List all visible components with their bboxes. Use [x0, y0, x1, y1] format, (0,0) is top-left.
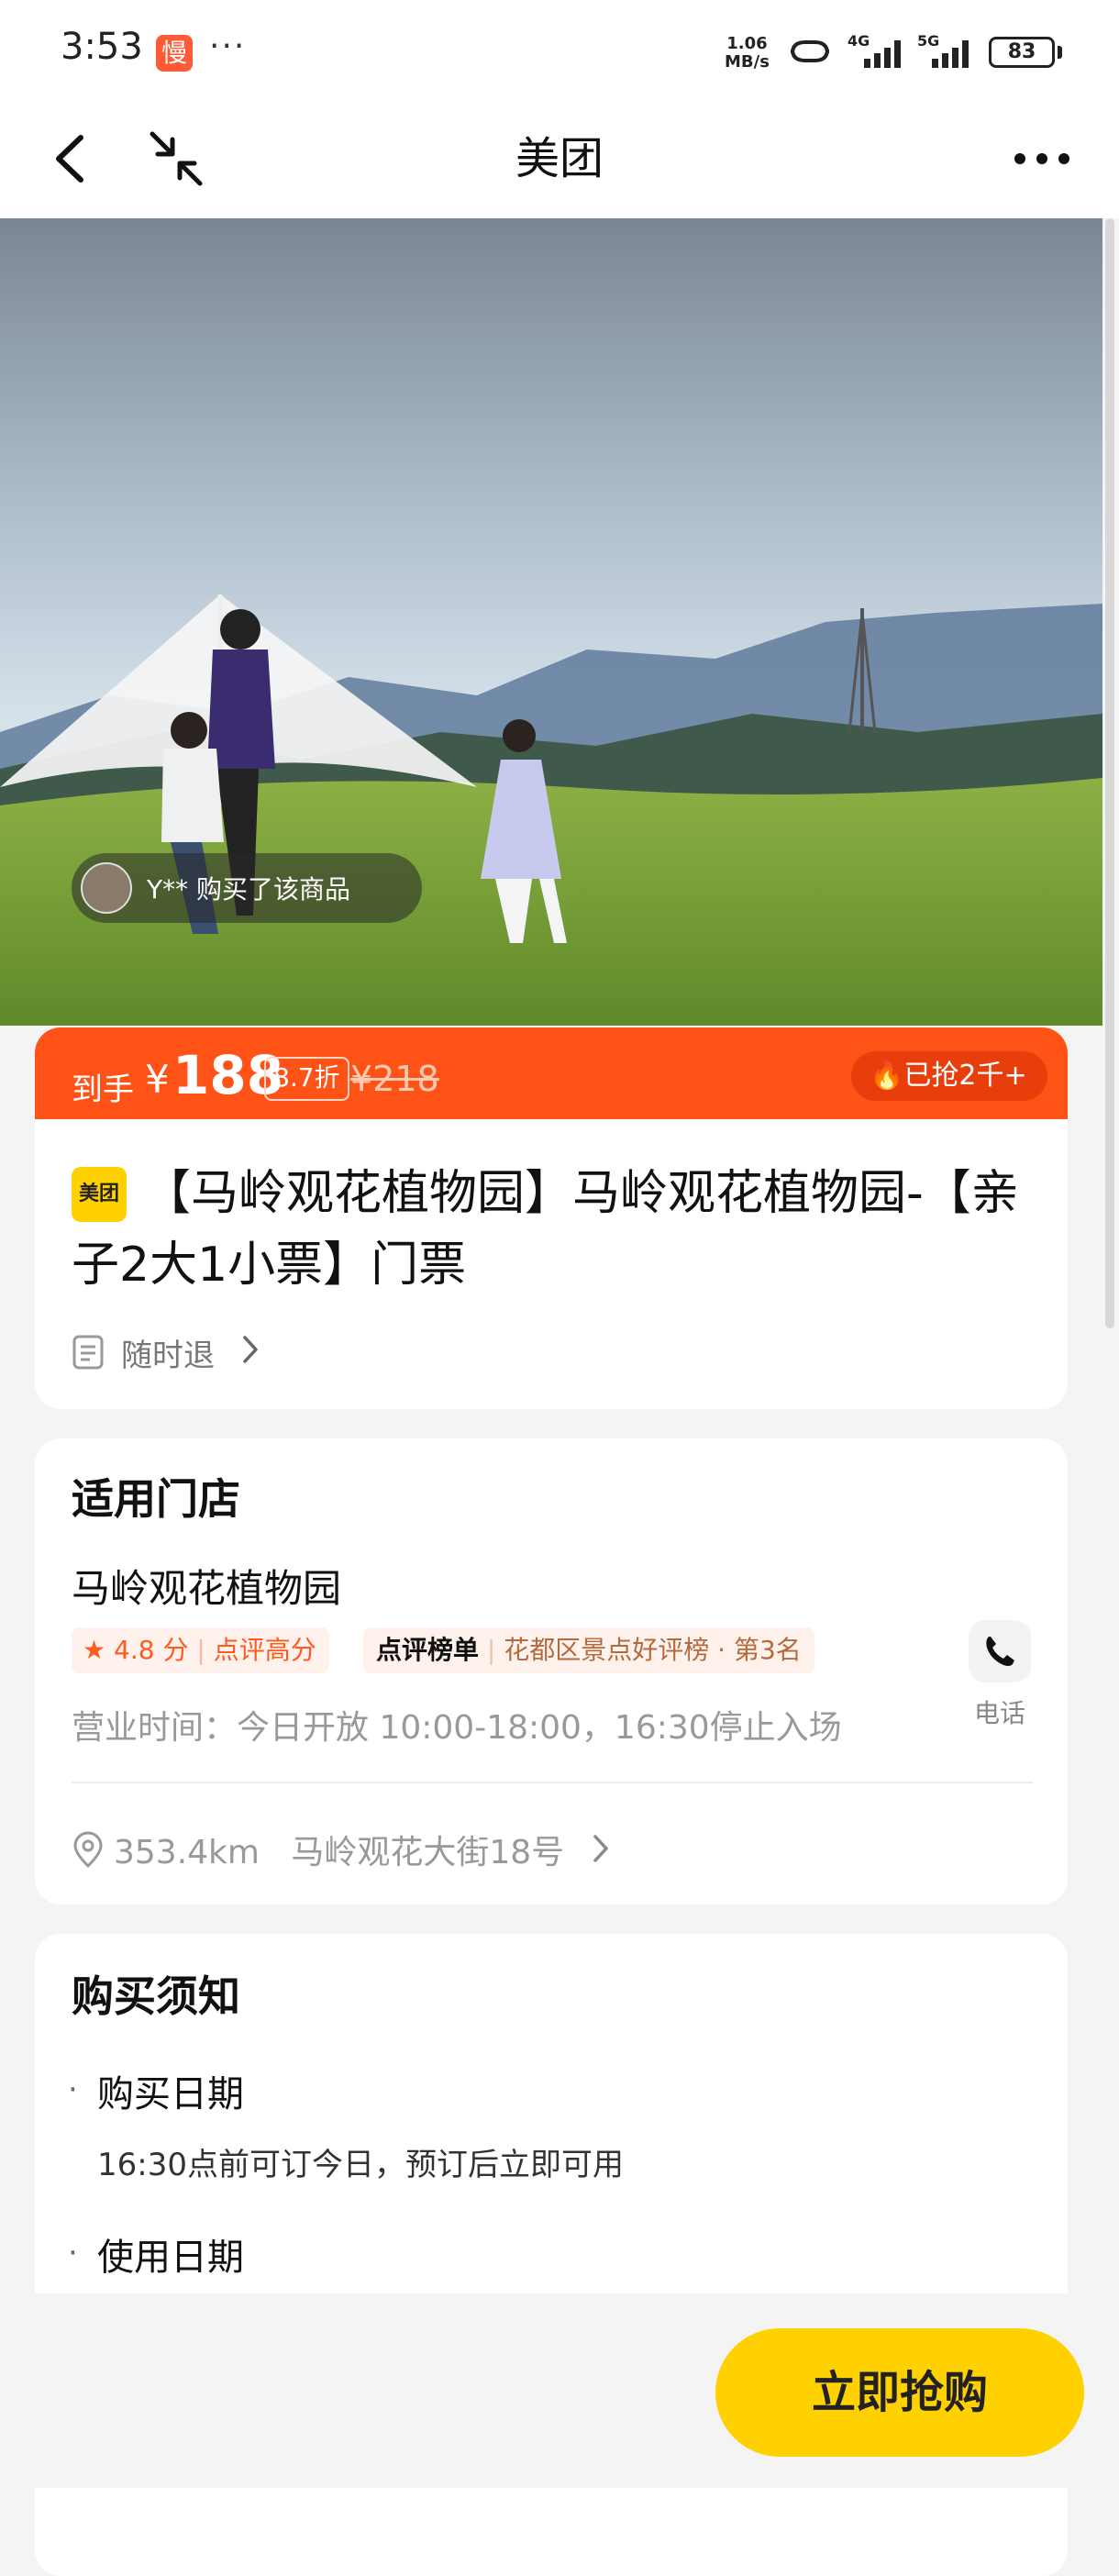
rating-divider: |	[196, 1635, 205, 1665]
chevron-right-icon	[243, 1336, 258, 1363]
rating-score: 4.8 分	[114, 1635, 189, 1665]
ranking-divider: |	[486, 1635, 496, 1665]
store-section-title: 适用门店	[72, 1474, 240, 1524]
battery-icon: 83	[989, 37, 1055, 68]
bullet: ·	[68, 2235, 78, 2271]
address: 马岭观花大街18号	[291, 1834, 565, 1871]
phone-label[interactable]: 电话	[963, 1693, 1036, 1730]
refund-policy-link[interactable]: 随时退	[121, 1330, 215, 1375]
ranking-brand: 点评榜单	[376, 1635, 480, 1665]
notice-item-detail: 16:30点前可订今日，预订后立即可用	[97, 2147, 624, 2183]
chevron-right-icon	[593, 1835, 608, 1862]
rating-badge: ★ 4.8 分 | 点评高分	[72, 1627, 329, 1673]
signal-4g-icon: 4G	[848, 32, 901, 68]
location-pin-icon	[73, 1831, 103, 1869]
price-prefix: 到手	[72, 1071, 134, 1108]
more-icon[interactable]	[1009, 138, 1075, 180]
app-notification-icon: 慢	[156, 35, 193, 72]
signal-5g-icon: 5G	[917, 32, 969, 68]
notice-item-label: 使用日期	[97, 2237, 244, 2279]
back-icon[interactable]	[46, 128, 97, 189]
sold-count-text: 已抢2千+	[903, 1060, 1027, 1092]
sold-count-badge: 🔥已抢2千+	[851, 1051, 1047, 1101]
ranking-badge[interactable]: 点评榜单 | 花都区景点好评榜 · 第3名	[363, 1627, 814, 1673]
star-icon: ★	[83, 1635, 106, 1665]
meituan-logo: 美团	[72, 1167, 127, 1222]
signal-4g-label: 4G	[848, 32, 870, 50]
divider	[72, 1782, 1033, 1783]
status-more-dots: ···	[209, 28, 247, 65]
ranking-text: 花都区景点好评榜 · 第3名	[504, 1635, 802, 1665]
status-time: 3:53	[61, 26, 143, 68]
buyer-avatar	[81, 862, 132, 914]
fire-icon: 🔥	[870, 1060, 904, 1092]
phone-icon[interactable]	[969, 1620, 1031, 1682]
original-price: ¥218	[350, 1059, 439, 1099]
bullet: ·	[68, 2071, 78, 2108]
buy-now-button[interactable]: 立即抢购	[715, 2328, 1084, 2457]
link-icon	[791, 40, 829, 62]
store-address[interactable]: 353.4km 马岭观花大街18号	[114, 1826, 564, 1873]
store-name[interactable]: 马岭观花植物园	[72, 1558, 341, 1614]
notice-title: 购买须知	[72, 1971, 240, 2021]
rating-note: 点评高分	[213, 1635, 316, 1665]
document-icon	[72, 1335, 104, 1370]
shrink-icon[interactable]	[145, 128, 207, 189]
battery-tip	[1058, 46, 1062, 59]
scrollbar[interactable]	[1105, 218, 1114, 1328]
buyer-text: Y** 购买了该商品	[147, 874, 351, 905]
business-hours: 营业时间：今日开放 10:00-18:00，16:30停止入场	[72, 1709, 842, 1747]
notice-item-label: 购买日期	[97, 2073, 244, 2115]
distance: 353.4km	[114, 1834, 260, 1871]
product-title: 【马岭观花植物园】马岭观花植物园-【亲子2大1小票】门票	[72, 1166, 1019, 1293]
network-speed: 1.06 MB/s	[725, 34, 770, 72]
discount-badge: 8.7折	[264, 1057, 349, 1101]
signal-5g-label: 5G	[917, 32, 939, 50]
price-currency: ¥	[145, 1057, 170, 1102]
